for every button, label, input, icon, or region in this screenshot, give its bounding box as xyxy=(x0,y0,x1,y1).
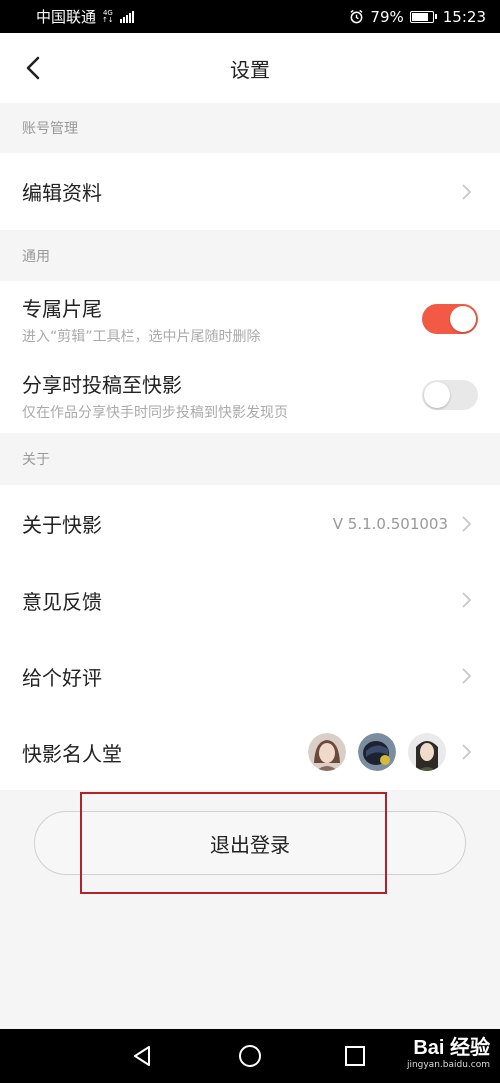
share-submit-toggle[interactable] xyxy=(422,380,478,410)
rate-label: 给个好评 xyxy=(22,665,102,690)
section-about-title: 关于 xyxy=(0,433,500,485)
general-card: 专属片尾 进入“剪辑”工具栏，选中片尾随时删除 分享时投稿至快影 仅在作品分享快… xyxy=(0,281,500,433)
watermark-main: Bai 经验 xyxy=(413,1037,490,1059)
edit-profile-row[interactable]: 编辑资料 xyxy=(0,153,500,230)
section-general-title: 通用 xyxy=(0,230,500,281)
nav-home-icon[interactable] xyxy=(238,1044,262,1068)
watermark-sub: jingyan.baidu.com xyxy=(406,1060,490,1070)
avatar xyxy=(308,733,346,771)
hall-of-fame-label: 快影名人堂 xyxy=(22,741,122,766)
exclusive-ending-label: 专属片尾 xyxy=(22,296,102,321)
app-header: 设置 xyxy=(0,33,500,103)
avatar-group xyxy=(308,733,446,771)
signal-icon xyxy=(119,10,134,23)
exclusive-ending-sub: 进入“剪辑”工具栏，选中片尾随时删除 xyxy=(22,328,261,345)
carrier-label: 中国联通 xyxy=(36,8,97,26)
chevron-right-icon xyxy=(462,515,472,532)
rate-row[interactable]: 给个好评 xyxy=(0,638,500,714)
about-app-label: 关于快影 xyxy=(22,513,102,537)
avatar xyxy=(358,733,396,771)
nav-back-icon[interactable] xyxy=(130,1044,154,1068)
status-bar: 中国联通 4G ↑↓ 79% 15:23 xyxy=(0,0,500,33)
feedback-label: 意见反馈 xyxy=(22,589,102,614)
chevron-right-icon xyxy=(462,668,472,684)
share-submit-label: 分享时投稿至快影 xyxy=(22,372,182,397)
clock: 15:23 xyxy=(442,7,486,26)
chevron-right-icon xyxy=(462,183,472,200)
section-account-title: 账号管理 xyxy=(0,103,500,153)
avatar xyxy=(408,733,446,771)
status-left: 中国联通 4G ↑↓ xyxy=(36,6,134,27)
network-activity: ↑↓ xyxy=(102,15,114,24)
status-right: 79% 15:23 xyxy=(349,8,486,26)
feedback-row[interactable]: 意见反馈 xyxy=(0,562,500,638)
about-card: 关于快影 V 5.1.0.501003 意见反馈 给个好评 快影名人堂 xyxy=(0,485,500,790)
exclusive-ending-toggle[interactable] xyxy=(422,304,478,334)
share-submit-row: 分享时投稿至快影 仅在作品分享快手时同步投稿到快影发现页 xyxy=(0,357,500,433)
highlight-box xyxy=(80,792,387,894)
battery-icon xyxy=(409,10,437,23)
watermark: Bai 经验 jingyan.baidu.com xyxy=(407,1031,490,1070)
hall-of-fame-row[interactable]: 快影名人堂 xyxy=(0,714,500,790)
nav-recents-icon[interactable] xyxy=(344,1045,366,1067)
version-text: V 5.1.0.501003 xyxy=(332,514,448,533)
alarm-icon xyxy=(350,9,364,24)
exclusive-ending-row: 专属片尾 进入“剪辑”工具栏，选中片尾随时删除 xyxy=(0,281,500,357)
edit-profile-label: 编辑资料 xyxy=(22,181,102,205)
page-title: 设置 xyxy=(230,57,270,82)
battery-percent: 79% xyxy=(370,7,404,26)
chevron-right-icon xyxy=(462,744,472,760)
about-app-row[interactable]: 关于快影 V 5.1.0.501003 xyxy=(0,485,500,562)
back-icon[interactable] xyxy=(20,53,48,83)
share-submit-sub: 仅在作品分享快手时同步投稿到快影发现页 xyxy=(22,404,288,421)
network-tag: 4G ↑↓ xyxy=(102,9,114,24)
chevron-right-icon xyxy=(462,592,472,608)
account-card: 编辑资料 xyxy=(0,153,500,230)
